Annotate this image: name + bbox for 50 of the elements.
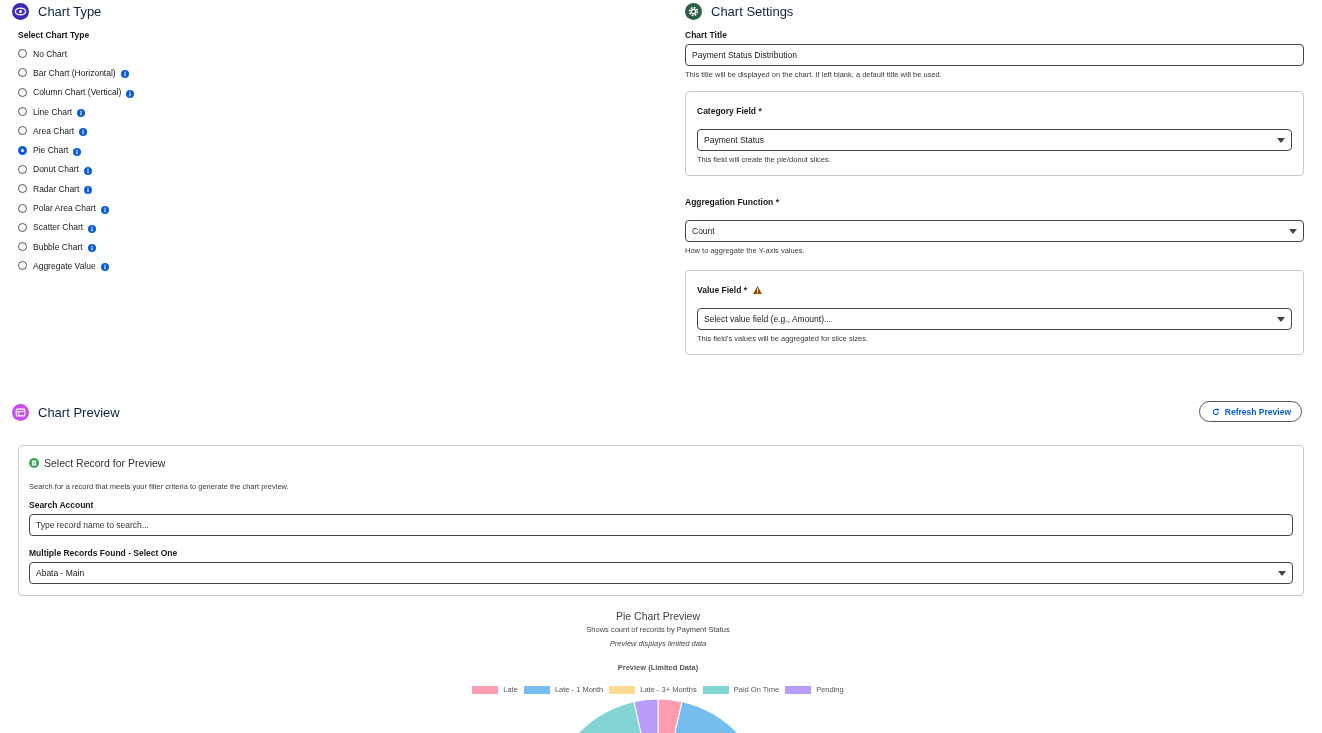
info-icon[interactable]	[120, 70, 129, 79]
info-icon[interactable]	[83, 166, 92, 175]
radio-button[interactable]	[18, 145, 27, 155]
radio-label[interactable]: Radar Chart	[33, 183, 80, 194]
caret-icon	[1289, 228, 1297, 234]
radio-label[interactable]: Line Chart	[33, 106, 73, 117]
radio-label[interactable]: Pie Chart	[33, 145, 69, 156]
record-dropdown[interactable]: Abata - Main	[29, 562, 1293, 584]
search-field[interactable]: Type record name to search...	[29, 514, 1293, 536]
refresh-icon	[1211, 407, 1220, 416]
field-label: Value Field *	[697, 285, 748, 295]
field-label: Category Field *	[697, 106, 763, 116]
section-title: Chart Preview	[38, 404, 120, 420]
caret-icon	[1277, 316, 1285, 322]
field-label: Search Account	[29, 500, 95, 510]
section-title: Chart Settings	[711, 3, 794, 19]
info-icon[interactable]	[88, 224, 97, 233]
section-title: Chart Type	[38, 3, 102, 19]
caret-icon	[1277, 137, 1285, 143]
info-icon[interactable]	[73, 147, 82, 156]
radio-label[interactable]: Bar Chart (Horizontal)	[33, 67, 116, 78]
radio-label[interactable]: Column Chart (Vertical)	[33, 87, 122, 98]
info-icon[interactable]	[84, 186, 93, 195]
info-icon[interactable]	[87, 244, 96, 253]
info-icon[interactable]	[77, 109, 86, 118]
radio-label[interactable]: Bubble Chart	[33, 241, 83, 252]
chart-title-field[interactable]: Payment Status Distribution	[685, 44, 1304, 66]
field-label: Aggregation Function *	[685, 197, 780, 207]
radio-label[interactable]: Scatter Chart	[33, 222, 84, 233]
radio-label[interactable]: Polar Area Chart	[33, 203, 96, 213]
refresh-button[interactable]: Refresh Preview	[1198, 401, 1302, 422]
list-icon	[12, 403, 29, 421]
caret-icon	[1278, 570, 1286, 576]
value-field-dropdown[interactable]: Select value field (e.g., Amount)...	[697, 308, 1292, 330]
card-title: Select Record for Preview	[44, 457, 166, 469]
aggregation-dropdown[interactable]: Count	[685, 220, 1304, 242]
record-icon	[29, 458, 39, 468]
field-label: Chart Title	[685, 30, 728, 40]
chart-title: Pie Chart Preview	[616, 610, 700, 622]
radio-label[interactable]: No Chart	[33, 48, 67, 59]
radio-label[interactable]: Area Chart	[33, 125, 75, 136]
radio-label[interactable]: Donut Chart	[33, 164, 79, 175]
info-icon[interactable]	[100, 263, 109, 272]
info-icon[interactable]	[126, 89, 135, 98]
category-dropdown[interactable]: Payment Status	[697, 129, 1292, 151]
radio-label[interactable]: Aggregate Value	[33, 260, 96, 271]
field-label: Select Chart Type	[18, 30, 91, 40]
info-icon[interactable]	[79, 128, 88, 137]
info-icon[interactable]	[100, 205, 109, 214]
field-label: Multiple Records Found - Select One	[29, 548, 179, 558]
